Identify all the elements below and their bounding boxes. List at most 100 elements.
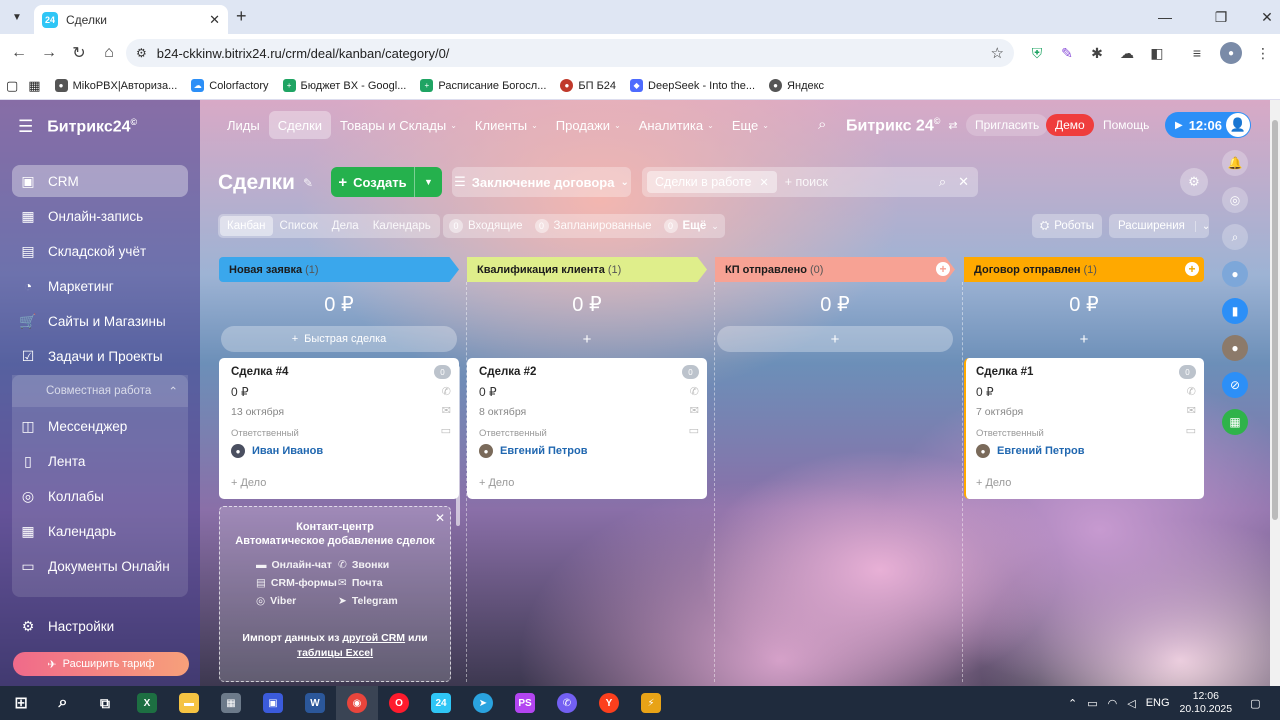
import-excel-link[interactable]: таблицы Excel — [297, 647, 373, 659]
sidebar-item-crm[interactable]: ▣ CRM — [12, 165, 188, 197]
counter-more[interactable]: 0 Ещё ⌄ — [663, 219, 719, 233]
reload-icon[interactable]: ↻ — [64, 38, 94, 68]
back-icon[interactable]: ← — [4, 38, 34, 68]
mail-icon[interactable]: ✉ — [1187, 404, 1196, 417]
view-activities[interactable]: Дела — [325, 216, 366, 236]
menu-sales[interactable]: Продажи ⌄ — [547, 111, 630, 139]
cc-channel-calls[interactable]: ✆ Звонки — [338, 559, 420, 571]
search-input[interactable]: + поиск — [785, 175, 931, 189]
add-deal-button[interactable]: + — [717, 326, 953, 352]
cc-channel-telegram[interactable]: ➤ Telegram — [338, 595, 420, 607]
quick-deal-button[interactable]: + Быстрая сделка — [221, 326, 457, 352]
menu-deals[interactable]: Сделки — [268, 111, 332, 139]
mail-icon[interactable]: ✉ — [442, 404, 451, 417]
chrome-icon[interactable]: ◉ — [336, 686, 378, 720]
sidebar-item-booking[interactable]: ▦ Онлайн-запись — [12, 200, 188, 232]
close-window-icon[interactable]: ✕ — [1244, 0, 1280, 34]
task-view-icon[interactable]: ⧉ — [84, 686, 126, 720]
responsible-user[interactable]: ● Евгений Петров — [976, 444, 1194, 458]
column-header[interactable]: Договор отправлен (1) + — [964, 257, 1204, 282]
scrollbar-thumb[interactable] — [1272, 120, 1278, 520]
add-deal-button[interactable]: + — [966, 326, 1202, 352]
view-list[interactable]: Список — [273, 216, 325, 236]
view-kanban[interactable]: Канбан — [220, 216, 273, 236]
pin-icon[interactable]: ✎ — [303, 176, 313, 190]
language-indicator[interactable]: ENG — [1146, 697, 1170, 709]
bug-extension-icon[interactable]: ✱ — [1086, 42, 1108, 64]
minimize-icon[interactable]: — — [1142, 0, 1188, 34]
bookmark-5[interactable]: ◆ DeepSeek - Into the... — [630, 79, 755, 92]
add-stage-icon[interactable]: + — [936, 262, 950, 276]
deal-card[interactable]: Сделка #1 0 0 ₽ ✆ 7 октября ✉ Ответствен… — [964, 358, 1204, 499]
deal-card[interactable]: Сделка #2 0 0 ₽ ✆ 8 октября ✉ Ответствен… — [467, 358, 707, 499]
sidebar-item-messenger[interactable]: ◫ Мессенджер — [12, 410, 188, 442]
menu-analytics[interactable]: Аналитика ⌄ — [630, 111, 723, 139]
tab-search-dropdown-icon[interactable]: ▼ — [6, 6, 28, 28]
column-scrollbar[interactable] — [456, 366, 460, 526]
sidebar-item-calendar[interactable]: ▦ Календарь — [12, 515, 188, 547]
deal-title[interactable]: Сделка #2 — [479, 366, 697, 378]
responsible-user[interactable]: ● Евгений Петров — [479, 444, 697, 458]
add-activity-link[interactable]: + Дело — [976, 477, 1194, 489]
browser-tab[interactable]: 24 Сделки ✕ — [34, 5, 228, 34]
deal-card[interactable]: Сделка #4 0 0 ₽ ✆ 13 октября ✉ Ответстве… — [219, 358, 459, 499]
help-button[interactable]: Помощь — [1094, 114, 1158, 136]
sidebar-item-docs[interactable]: ▭ Документы Онлайн — [12, 550, 188, 582]
sidebar-item-tasks[interactable]: ☑ Задачи и Проекты — [12, 340, 188, 372]
menu-clients[interactable]: Клиенты ⌄ — [466, 111, 547, 139]
apps-grid-icon[interactable]: ▦ — [28, 78, 40, 94]
column-header[interactable]: КП отправлено (0) + — [715, 257, 955, 282]
menu-more[interactable]: Еще ⌄ — [723, 111, 778, 139]
wifi-icon[interactable]: ◠ — [1108, 697, 1118, 710]
group-avatar-icon[interactable]: ● — [1222, 261, 1248, 287]
sidebar-item-sites[interactable]: 🛒 Сайты и Магазины — [12, 305, 188, 337]
opera-icon[interactable]: O — [378, 686, 420, 720]
chat-search-icon[interactable]: ⌕ — [1222, 224, 1248, 250]
search-taskbar-icon[interactable]: ⌕ — [42, 686, 84, 720]
menu-leads[interactable]: Лиды — [218, 111, 269, 139]
excel-icon[interactable]: X — [126, 686, 168, 720]
bookmark-3[interactable]: + Расписание Богосл... — [420, 79, 546, 92]
word-icon[interactable]: W — [294, 686, 336, 720]
cloud-extension-icon[interactable]: ☁ — [1116, 42, 1138, 64]
address-bar[interactable]: ⚙ b24-ckkinw.bitrix24.ru/crm/deal/kanban… — [126, 39, 1014, 67]
sidebar-item-collabs[interactable]: ◎ Коллабы — [12, 480, 188, 512]
notification-center-icon[interactable]: ▢ — [1250, 697, 1260, 710]
create-dropdown-icon[interactable]: ▼ — [414, 167, 442, 197]
phone-icon[interactable]: ✆ — [442, 385, 451, 398]
menu-products[interactable]: Товары и Склады ⌄ — [331, 111, 466, 139]
chat-icon[interactable]: ▭ — [441, 424, 451, 437]
user-photo-icon[interactable]: ● — [1222, 335, 1248, 361]
extensions-button[interactable]: Расширения ⌄ — [1109, 214, 1210, 238]
add-activity-link[interactable]: + Дело — [479, 477, 697, 489]
browser-menu-icon[interactable]: ⋮ — [1252, 42, 1274, 64]
bookmark-2[interactable]: + Бюджет BX - Googl... — [282, 79, 406, 92]
counter-incoming[interactable]: 0 Входящие — [449, 219, 523, 233]
chat-icon[interactable]: ▭ — [689, 424, 699, 437]
notifications-icon[interactable]: 🔔 — [1222, 150, 1248, 176]
volume-icon[interactable]: ◁ — [1127, 697, 1135, 710]
shield-extension-icon[interactable]: ⛨ — [1026, 42, 1048, 64]
pen-extension-icon[interactable]: ✎ — [1056, 42, 1078, 64]
profile-avatar-icon[interactable]: ● — [1220, 42, 1242, 64]
demo-badge[interactable]: Демо — [1046, 114, 1094, 136]
sidebar-group-collaboration[interactable]: Совместная работа ⌃ — [12, 375, 188, 407]
menu-burger-icon[interactable]: ☰ — [18, 117, 33, 137]
yandex-browser-icon[interactable]: Y — [588, 686, 630, 720]
sidebar-item-inventory[interactable]: ▤ Складской учёт — [12, 235, 188, 267]
link-icon[interactable]: ⊘ — [1222, 372, 1248, 398]
save-app-icon[interactable]: ▣ — [252, 686, 294, 720]
create-button[interactable]: + Создать ▼ — [331, 167, 442, 197]
pipeline-select[interactable]: ☰ Заключение договора ⌄ — [452, 167, 631, 197]
sidebar-item-marketing[interactable]: ◔ Маркетинг — [12, 270, 188, 302]
brand-settings-icon[interactable]: ⇄ — [948, 119, 957, 132]
filter-chip[interactable]: Сделки в работе ✕ — [647, 171, 777, 193]
ftp-app-icon[interactable]: ⚡ — [630, 686, 672, 720]
cc-channel-viber[interactable]: ◎ Viber — [256, 595, 338, 607]
settings-gear-icon[interactable]: ⚙ — [1180, 168, 1208, 196]
tray-clock[interactable]: 12:06 20.10.2025 — [1180, 690, 1233, 716]
clear-icon[interactable]: ✕ — [958, 174, 969, 190]
sidebar-item-settings[interactable]: ⚙ Настройки — [12, 610, 188, 642]
upgrade-plan-button[interactable]: ✈ Расширить тариф — [13, 652, 189, 676]
remove-filter-icon[interactable]: ✕ — [759, 176, 768, 189]
